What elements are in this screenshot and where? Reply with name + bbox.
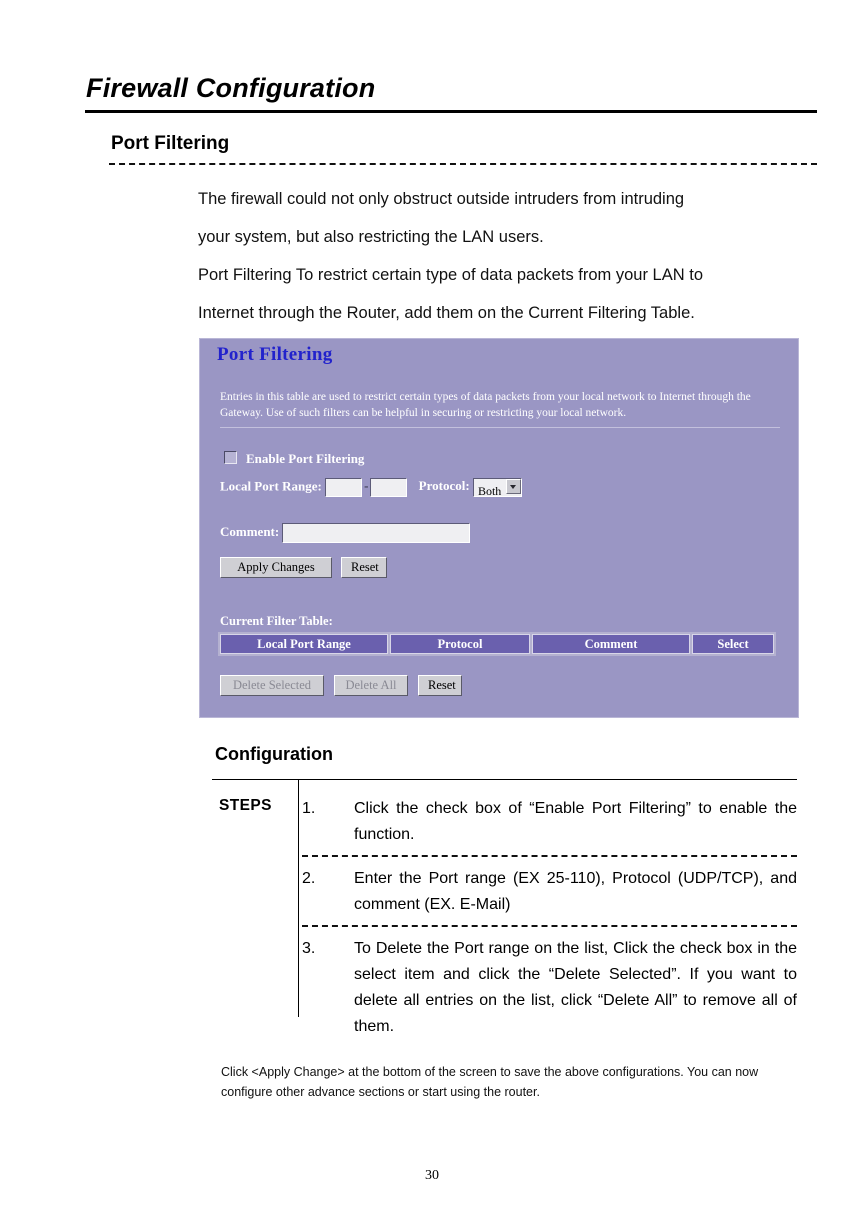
intro-line-2: your system, but also restricting the LA… [198, 228, 544, 246]
column-header-protocol[interactable]: Protocol [390, 634, 530, 654]
port-range-separator: - [364, 478, 369, 494]
step-text: Enter the Port range (EX 25-110), Protoc… [354, 870, 797, 913]
intro-line-1: The firewall could not only obstruct out… [198, 190, 685, 208]
local-port-range-row: Local Port Range: - Protocol: Both [220, 478, 523, 498]
intro-text: The firewall could not only obstruct out… [198, 180, 798, 332]
configuration-note: Click <Apply Change> at the bottom of th… [221, 1065, 759, 1099]
page-title: Firewall Configuration [86, 73, 376, 103]
router-panel-title: Port Filtering [217, 344, 333, 365]
column-header-comment[interactable]: Comment [532, 634, 690, 654]
steps-label: STEPS [219, 797, 272, 814]
step-number: 3. [302, 940, 316, 957]
protocol-selected-value: Both [477, 484, 502, 498]
delete-selected-button[interactable]: Delete Selected [220, 675, 324, 696]
step-text: Click the check box of “Enable Port Filt… [354, 800, 797, 843]
step-item: 3. To Delete the Port range on the list,… [302, 925, 797, 1047]
comment-label: Comment: [220, 523, 280, 539]
enable-port-filtering-label: Enable Port Filtering [246, 451, 365, 466]
step-item: 1. Click the check box of “Enable Port F… [302, 792, 797, 855]
enable-port-filtering-row[interactable]: Enable Port Filtering [224, 451, 364, 467]
comment-input[interactable] [282, 523, 471, 543]
delete-all-button[interactable]: Delete All [334, 675, 408, 696]
configuration-heading: Configuration [215, 744, 333, 764]
table-header-row: Local Port Range Protocol Comment Select [220, 634, 774, 654]
protocol-label: Protocol: [418, 478, 470, 494]
section-heading-port-filtering: Port Filtering [111, 133, 230, 154]
router-panel-description: Entries in this table are used to restri… [220, 391, 751, 419]
delete-button-row: Delete Selected Delete All Reset [220, 675, 462, 696]
router-panel-divider [220, 427, 780, 428]
port-range-to-input[interactable] [370, 478, 408, 497]
configuration-divider [212, 779, 797, 780]
step-item: 2. Enter the Port range (EX 25-110), Pro… [302, 855, 797, 925]
intro-line-4: Internet through the Router, add them on… [198, 304, 695, 322]
apply-button-row: Apply Changes Reset [220, 557, 387, 578]
intro-line-3: Port Filtering To restrict certain type … [198, 266, 703, 284]
apply-changes-button[interactable]: Apply Changes [220, 557, 332, 578]
step-number: 2. [302, 870, 316, 887]
step-number: 1. [302, 800, 316, 817]
port-range-from-input[interactable] [325, 478, 363, 497]
step-text: To Delete the Port range on the list, Cl… [354, 940, 797, 1035]
section-divider [109, 163, 817, 165]
column-header-local-port-range[interactable]: Local Port Range [220, 634, 388, 654]
enable-port-filtering-checkbox[interactable] [224, 451, 237, 464]
comment-row: Comment: [220, 523, 471, 543]
steps-list: 1. Click the check box of “Enable Port F… [302, 792, 797, 1047]
local-port-range-label: Local Port Range: [220, 478, 322, 494]
bottom-reset-button[interactable]: Reset [418, 675, 462, 696]
steps-vertical-divider [298, 780, 299, 1017]
reset-button[interactable]: Reset [341, 557, 387, 578]
router-ui-screenshot: Port Filtering Entries in this table are… [199, 338, 799, 718]
title-divider [85, 110, 817, 113]
protocol-select[interactable]: Both [472, 478, 523, 498]
page-number: 30 [425, 1168, 439, 1183]
chevron-down-icon[interactable] [506, 479, 522, 494]
column-header-select[interactable]: Select [692, 634, 774, 654]
current-filter-table: Local Port Range Protocol Comment Select [218, 632, 776, 656]
current-filter-table-label: Current Filter Table: [220, 614, 333, 628]
